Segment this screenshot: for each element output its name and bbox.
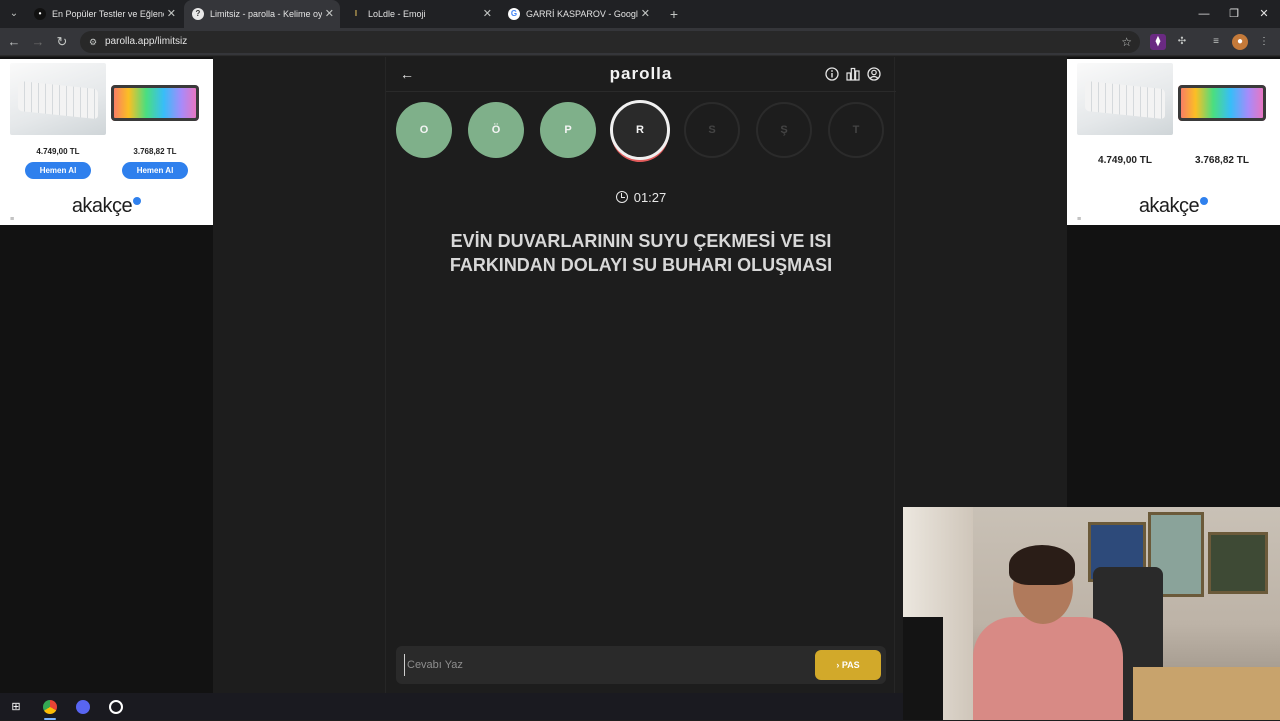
tab-title: GARRİ KASPAROV - Google'da Ara: [526, 9, 638, 19]
tab-title: Limitsiz - parolla - Kelime oyunu: [210, 9, 322, 19]
ad-choices-icon[interactable]: ≡: [10, 216, 14, 223]
clock-icon: [615, 191, 628, 203]
pass-button[interactable]: › PAS: [815, 650, 881, 680]
browser-tab-bar: ⌄ • En Popüler Testler ve Eğlenceli ✕ ? …: [0, 0, 1280, 28]
forward-icon[interactable]: →: [28, 32, 48, 52]
ad-product[interactable]: 3.768,82 TL Hemen Al: [107, 63, 203, 179]
parolla-game: ← parolla O Ö P R S Ş T 01:27 EVİN DUVAR…: [385, 57, 896, 693]
person-hoodie: [973, 617, 1123, 720]
loldle-favicon-icon: l: [354, 9, 358, 18]
game-header: ← parolla: [386, 57, 896, 92]
letter-circle: S: [684, 102, 740, 158]
windows-start-icon[interactable]: ⊞: [6, 697, 26, 717]
white-keyboard-image: [10, 63, 106, 135]
letter-circle: P: [540, 102, 596, 158]
back-icon[interactable]: ←: [4, 32, 24, 52]
logo-text: akakçe: [71, 195, 133, 217]
check-icon: [133, 197, 142, 205]
answer-input[interactable]: [404, 654, 804, 676]
ad-price: 4.749,00 TL: [36, 147, 80, 156]
letter-circle-current: R: [610, 100, 670, 160]
close-icon[interactable]: ✕: [483, 0, 492, 28]
google-favicon-icon: G: [508, 8, 520, 20]
desk: [1133, 667, 1280, 720]
tab-2-active[interactable]: ? Limitsiz - parolla - Kelime oyunu ✕: [184, 0, 340, 28]
timer-value: 01:27: [633, 190, 667, 205]
discord-icon[interactable]: [73, 697, 93, 717]
monitor-edge: [903, 617, 943, 720]
window-close-icon[interactable]: ✕: [1248, 0, 1280, 28]
tab-4[interactable]: G GARRİ KASPAROV - Google'da Ara ✕: [500, 0, 656, 28]
akakce-logo[interactable]: akakçe: [0, 195, 213, 218]
letter-circle: T: [828, 102, 884, 158]
letter-circle: O: [396, 102, 452, 158]
parolla-favicon-icon: ?: [192, 8, 204, 20]
taskbar: ⊞: [0, 693, 903, 720]
dark-favicon-icon: •: [34, 8, 46, 20]
wall-painting: [1208, 532, 1268, 594]
tab-title: En Popüler Testler ve Eğlenceli: [52, 9, 164, 19]
restore-icon[interactable]: ❐: [1218, 0, 1250, 28]
close-icon[interactable]: ✕: [641, 0, 650, 28]
address-url[interactable]: parolla.app/limitsiz: [105, 31, 187, 53]
address-bar[interactable]: ⚙ parolla.app/limitsiz ☆: [80, 31, 1140, 53]
tab-title: LoLdle - Emoji: [368, 9, 426, 19]
tab-search-icon[interactable]: ⌄: [4, 4, 24, 24]
ad-product[interactable]: 4.749,00 TL Hemen Al: [10, 63, 106, 179]
right-ad-banner[interactable]: 4.749,00 TL 3.768,82 TL akakçe ≡: [1067, 59, 1280, 225]
close-icon[interactable]: ✕: [167, 0, 176, 28]
person-hair: [1009, 545, 1075, 585]
obs-icon[interactable]: [106, 697, 126, 717]
new-tab-icon[interactable]: +: [664, 4, 684, 24]
ad-choices-icon[interactable]: ≡: [1077, 216, 1081, 223]
webcam-overlay: [903, 507, 1280, 720]
profile-avatar-icon[interactable]: ●: [1232, 34, 1248, 50]
chrome-icon[interactable]: [40, 697, 60, 720]
pass-label: PAS: [841, 660, 860, 670]
extension-icon[interactable]: ⧫: [1150, 34, 1166, 50]
check-icon: [1200, 197, 1209, 205]
rgb-keyboard-image: [107, 63, 203, 135]
site-info-icon[interactable]: ⚙: [86, 35, 100, 49]
ad-price: 4.749,00 TL: [1098, 155, 1152, 166]
buy-now-button[interactable]: Hemen Al: [122, 162, 188, 179]
stats-icon[interactable]: [846, 67, 860, 81]
ad-price: 3.768,82 TL: [133, 147, 177, 156]
bookmark-star-icon[interactable]: ☆: [1121, 31, 1132, 53]
media-controls-icon[interactable]: ≡: [1208, 34, 1224, 50]
letter-track: O Ö P R S Ş T: [396, 100, 886, 162]
minimize-icon[interactable]: —: [1188, 0, 1220, 28]
question-text: EVİN DUVARLARININ SUYU ÇEKMESİ VE ISI FA…: [449, 231, 833, 275]
letter-circle: Ş: [756, 102, 812, 158]
timer: 01:27: [386, 190, 896, 205]
menu-kebab-icon[interactable]: ⋮: [1256, 34, 1272, 50]
game-title: parolla: [609, 64, 673, 83]
ad-product[interactable]: 4.749,00 TL: [1077, 63, 1173, 166]
akakce-logo[interactable]: akakçe: [1067, 195, 1280, 218]
ad-product[interactable]: 3.768,82 TL: [1174, 63, 1270, 166]
buy-now-button[interactable]: Hemen Al: [25, 162, 91, 179]
close-icon[interactable]: ✕: [325, 0, 334, 28]
ad-price: 3.768,82 TL: [1195, 155, 1249, 166]
letter-circle: Ö: [468, 102, 524, 158]
logo-text: akakçe: [1138, 195, 1200, 217]
tab-3[interactable]: l LoLdle - Emoji ✕: [342, 0, 498, 28]
extensions-puzzle-icon[interactable]: ✣: [1174, 34, 1190, 50]
browser-toolbar: ← → ↻ ⚙ parolla.app/limitsiz ☆ ⧫ ✣ ≡ ● ⋮: [0, 28, 1280, 56]
reload-icon[interactable]: ↻: [52, 32, 72, 52]
chevron-right-icon: ›: [836, 660, 840, 670]
left-ad-banner[interactable]: 4.749,00 TL Hemen Al 3.768,82 TL Hemen A…: [0, 59, 213, 225]
tab-1[interactable]: • En Popüler Testler ve Eğlenceli ✕: [26, 0, 182, 28]
answer-bar: › PAS: [396, 646, 886, 684]
info-icon[interactable]: [825, 67, 839, 81]
profile-icon[interactable]: [867, 67, 881, 81]
rgb-keyboard-image: [1174, 63, 1270, 135]
white-keyboard-image: [1077, 63, 1173, 135]
